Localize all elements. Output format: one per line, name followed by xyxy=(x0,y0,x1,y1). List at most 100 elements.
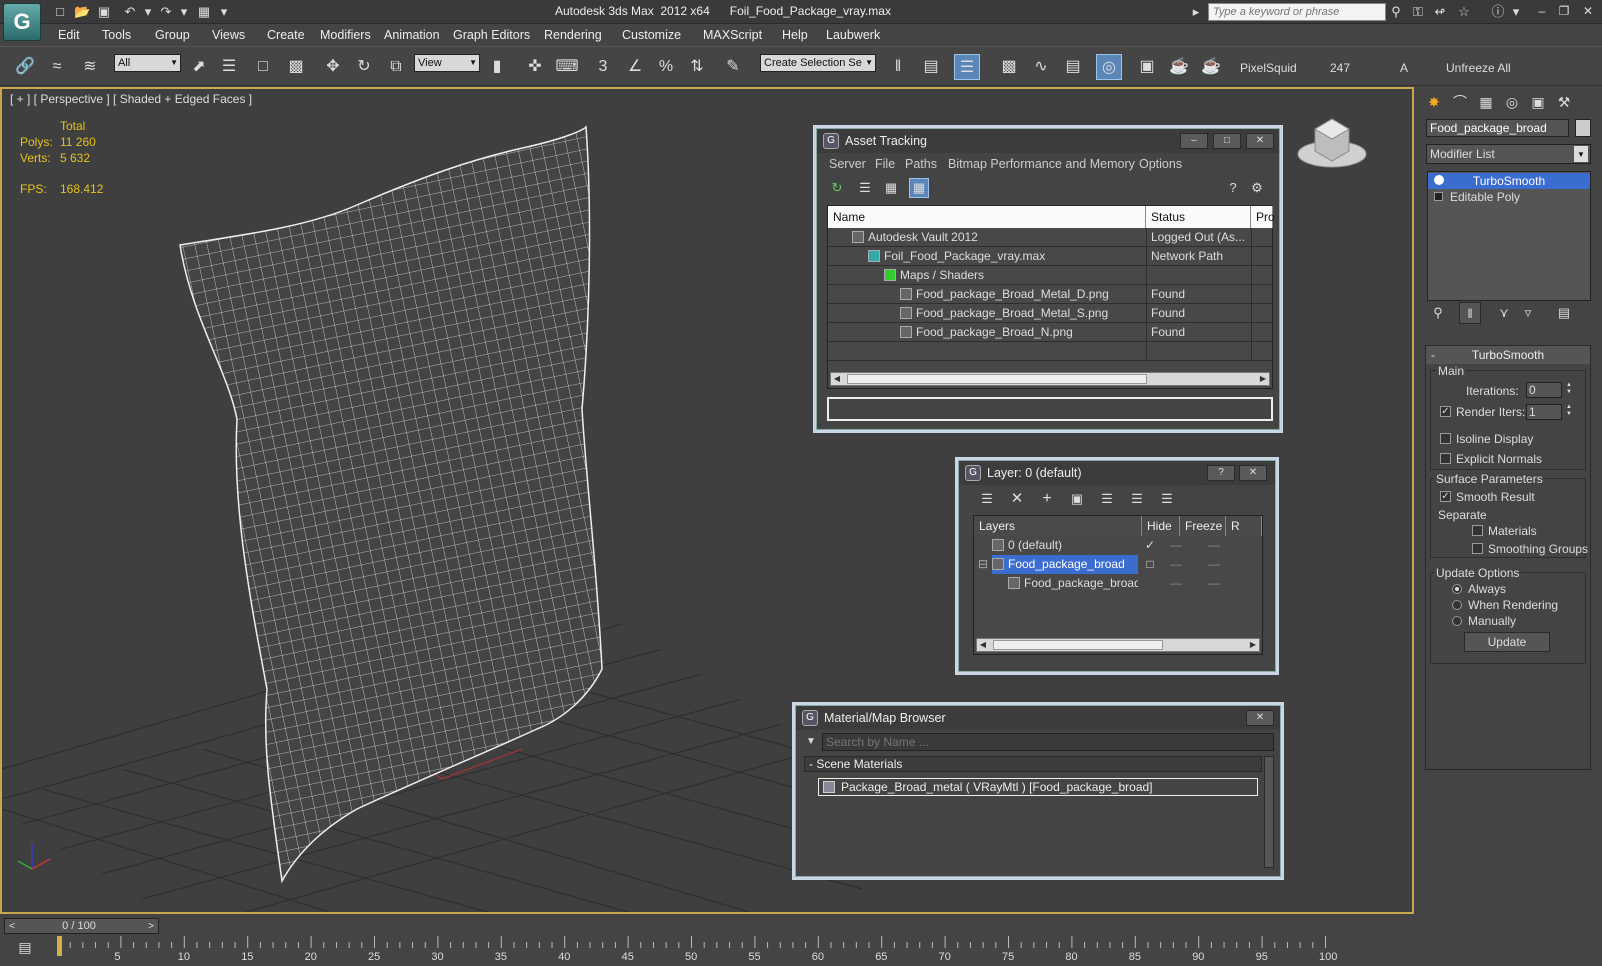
create-new-layer-icon[interactable]: ☰ xyxy=(977,489,997,509)
dialog-maximize-button[interactable]: □ xyxy=(1213,133,1241,149)
select-and-rotate-icon[interactable]: ↻ xyxy=(351,54,377,80)
explicit-normals-checkbox[interactable] xyxy=(1440,453,1451,464)
layer-name-cell[interactable]: Food_package_broad xyxy=(992,555,1138,574)
menu-views[interactable]: Views xyxy=(212,28,245,42)
refresh-icon[interactable]: ↻ xyxy=(827,178,847,198)
menu-customize[interactable]: Customize xyxy=(622,28,681,42)
curve-editor-icon[interactable]: ∿ xyxy=(1028,54,1054,80)
column-header-pro[interactable]: Pro xyxy=(1251,206,1275,228)
delete-layer-icon[interactable]: ✕ xyxy=(1007,489,1027,509)
stack-item-editable-poly[interactable]: Editable Poly xyxy=(1428,189,1590,205)
scroll-thumb[interactable] xyxy=(993,640,1163,650)
layer-column-hide[interactable]: Hide xyxy=(1142,516,1180,536)
app-logo-button[interactable]: G xyxy=(3,3,41,41)
iterations-spin-arrows[interactable]: ▲ ▼ xyxy=(1564,382,1574,398)
subscription-icon[interactable]: ⚿ xyxy=(1410,4,1426,20)
render-iters-spin-arrows[interactable]: ▲ ▼ xyxy=(1564,404,1574,420)
collapse-layer-icon[interactable]: ⊟ xyxy=(978,555,988,574)
material-editor-icon[interactable]: ◎ xyxy=(1096,54,1122,80)
modify-tab-icon[interactable]: ⌒ xyxy=(1449,91,1471,113)
menu-create[interactable]: Create xyxy=(267,28,305,42)
menu-animation[interactable]: Animation xyxy=(384,28,440,42)
browser-vertical-scrollbar[interactable] xyxy=(1264,756,1274,868)
select-and-scale-icon[interactable]: ⧉ xyxy=(383,54,409,80)
keyboard-shortcut-override-icon[interactable]: ⌨ xyxy=(554,54,580,80)
open-file-icon[interactable]: 📂 xyxy=(74,4,90,20)
menu-graph-editors[interactable]: Graph Editors xyxy=(453,28,530,42)
update-manually-radio[interactable] xyxy=(1452,616,1462,626)
layer-column-layers[interactable]: Layers xyxy=(974,516,1142,536)
use-pivot-point-icon[interactable]: ▮ xyxy=(484,54,510,80)
layer-title-bar[interactable]: G Layer: 0 (default) ? ✕ xyxy=(959,461,1275,485)
menu-group[interactable]: Group xyxy=(155,28,190,42)
scroll-left-icon[interactable]: ◀ xyxy=(977,639,989,651)
undo-icon[interactable]: ↶ xyxy=(122,4,138,20)
make-unique-icon[interactable]: ⋎ xyxy=(1493,302,1515,324)
layer-row[interactable]: Food_package_broad — — xyxy=(974,574,1262,593)
layer-horizontal-scrollbar[interactable]: ◀ ▶ xyxy=(976,638,1260,652)
stack-item-turbosmooth[interactable]: TurboSmooth xyxy=(1428,173,1590,189)
material-browser-title-bar[interactable]: G Material/Map Browser ✕ xyxy=(796,706,1280,730)
layer-name-cell[interactable]: 0 (default) xyxy=(992,536,1138,555)
time-slider[interactable]: < 0 / 100 > xyxy=(4,918,159,934)
rendered-frame-window-icon[interactable]: ☕ xyxy=(1166,54,1192,80)
layer-row[interactable]: Food_package_broad ⊟ □ — — xyxy=(974,555,1262,574)
render-iters-spinner[interactable]: 1 xyxy=(1526,404,1562,420)
hide-toggle-icon[interactable]: — xyxy=(1170,574,1182,593)
search-expand-icon[interactable]: ▸ xyxy=(1188,4,1204,20)
unlink-icon[interactable]: ≈ xyxy=(44,54,70,80)
table-view-icon[interactable]: ▦ xyxy=(909,178,929,198)
update-always-radio[interactable] xyxy=(1452,584,1462,594)
scene-materials-header[interactable]: - Scene Materials xyxy=(804,756,1262,772)
help-icon[interactable]: ⓘ xyxy=(1490,4,1506,20)
redo-icon[interactable]: ↷ xyxy=(158,4,174,20)
remove-modifier-icon[interactable]: ▿ xyxy=(1517,302,1539,324)
time-slider-handle[interactable] xyxy=(57,936,62,956)
create-tab-icon[interactable]: ✸ xyxy=(1423,91,1445,113)
project-folder-icon[interactable]: ▦ xyxy=(196,4,212,20)
asset-row[interactable]: Maps / Shaders xyxy=(828,266,1272,285)
mirror-icon[interactable]: ‖ xyxy=(885,54,911,80)
browser-options-icon[interactable]: ▼ xyxy=(804,733,818,751)
freeze-toggle-icon[interactable]: — xyxy=(1208,574,1220,593)
foil-bag-mesh[interactable] xyxy=(152,119,622,899)
percent-snap-icon[interactable]: % xyxy=(653,54,679,80)
configure-modifier-sets-icon[interactable]: ▤ xyxy=(1553,302,1575,324)
dialog-close-button[interactable]: ✕ xyxy=(1246,133,1274,149)
show-end-result-icon[interactable]: ‖ xyxy=(1459,302,1481,324)
restore-window-button[interactable]: ❐ xyxy=(1556,3,1572,19)
track-bar[interactable]: 5 10 15 20 25 30 35 40 45 50 55 60 65 70 75 80 85 90 95 100 xyxy=(57,936,1413,966)
modifier-on-bulb-icon[interactable] xyxy=(1434,175,1444,185)
column-header-name[interactable]: Name xyxy=(828,206,1146,228)
freeze-toggle-icon[interactable]: — xyxy=(1208,555,1220,574)
redo-dropdown-icon[interactable]: ▾ xyxy=(176,4,192,20)
select-object-icon[interactable]: ⬈ xyxy=(186,54,212,80)
render-iters-checkbox[interactable]: ✓ xyxy=(1440,406,1451,417)
asset-row[interactable]: Autodesk Vault 2012 Logged Out (As... xyxy=(828,228,1272,247)
spinner-snap-icon[interactable]: ⇅ xyxy=(684,54,710,80)
asset-row[interactable]: Foil_Food_Package_vray.max Network Path xyxy=(828,247,1272,266)
scroll-right-icon[interactable]: ▶ xyxy=(1247,639,1259,651)
asset-row[interactable]: Food_package_Broad_Metal_S.png Found xyxy=(828,304,1272,323)
dialog-minimize-button[interactable]: – xyxy=(1180,133,1208,149)
rectangular-selection-icon[interactable]: □ xyxy=(250,54,276,80)
layer-row[interactable]: 0 (default) ✓ — — xyxy=(974,536,1262,555)
select-and-move-icon[interactable]: ✥ xyxy=(320,54,346,80)
material-browser-close-button[interactable]: ✕ xyxy=(1246,710,1274,726)
menu-rendering[interactable]: Rendering xyxy=(544,28,602,42)
menu-help[interactable]: Help xyxy=(782,28,808,42)
highlight-selected-icon[interactable]: ☰ xyxy=(1097,489,1117,509)
search-icon[interactable]: ⚲ xyxy=(1388,4,1404,20)
add-to-layer-icon[interactable]: + xyxy=(1037,489,1057,509)
hide-unhide-all-icon[interactable]: ☰ xyxy=(1127,489,1147,509)
asset-settings-icon[interactable]: ⚙ xyxy=(1247,178,1267,198)
quick-access-dropdown-icon[interactable]: ▾ xyxy=(216,4,232,20)
viewport-label[interactable]: [ + ] [ Perspective ] [ Shaded + Edged F… xyxy=(10,92,252,106)
layer-column-render[interactable]: R xyxy=(1226,516,1262,536)
minimize-window-button[interactable]: – xyxy=(1534,3,1550,19)
freeze-toggle-icon[interactable]: — xyxy=(1208,536,1220,555)
separate-smoothing-groups-checkbox[interactable] xyxy=(1472,543,1483,554)
current-layer-check-icon[interactable]: ✓ xyxy=(1142,536,1158,555)
menu-maxscript[interactable]: MAXScript xyxy=(703,28,762,42)
asset-tracking-title-bar[interactable]: G Asset Tracking – □ ✕ xyxy=(817,129,1279,153)
